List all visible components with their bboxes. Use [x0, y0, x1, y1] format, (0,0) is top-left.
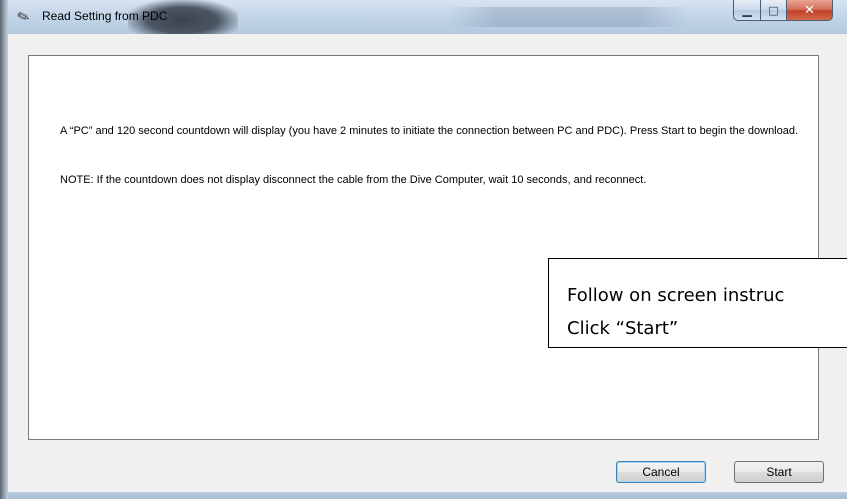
minimize-button[interactable]: ▁: [733, 0, 761, 21]
window-bottom-border: [8, 492, 847, 499]
tools-icon[interactable]: ✎: [14, 4, 37, 27]
maximize-icon: □: [768, 3, 779, 17]
start-button[interactable]: Start: [734, 461, 824, 483]
close-icon: ✕: [804, 2, 815, 18]
instruction-text: A “PC” and 120 second countdown will dis…: [60, 125, 799, 137]
callout-line-1: Follow on screen instruc: [567, 285, 785, 306]
title-bar[interactable]: ✎ Read Setting from PDC ▁ □ ✕: [8, 0, 847, 34]
note-text: NOTE: If the countdown does not display …: [60, 174, 647, 186]
desktop-edge: [0, 0, 8, 499]
window-title: Read Setting from PDC: [42, 9, 168, 23]
title-bar-background-artifact: [448, 7, 688, 27]
annotation-callout: Follow on screen instruc Click “Start”: [548, 258, 847, 348]
close-button[interactable]: ✕: [786, 0, 833, 21]
minimize-icon: ▁: [742, 3, 752, 17]
callout-line-2: Click “Start”: [567, 318, 679, 339]
maximize-button[interactable]: □: [760, 0, 787, 21]
cancel-button[interactable]: Cancel: [616, 461, 706, 483]
instructions-panel: [28, 55, 819, 440]
